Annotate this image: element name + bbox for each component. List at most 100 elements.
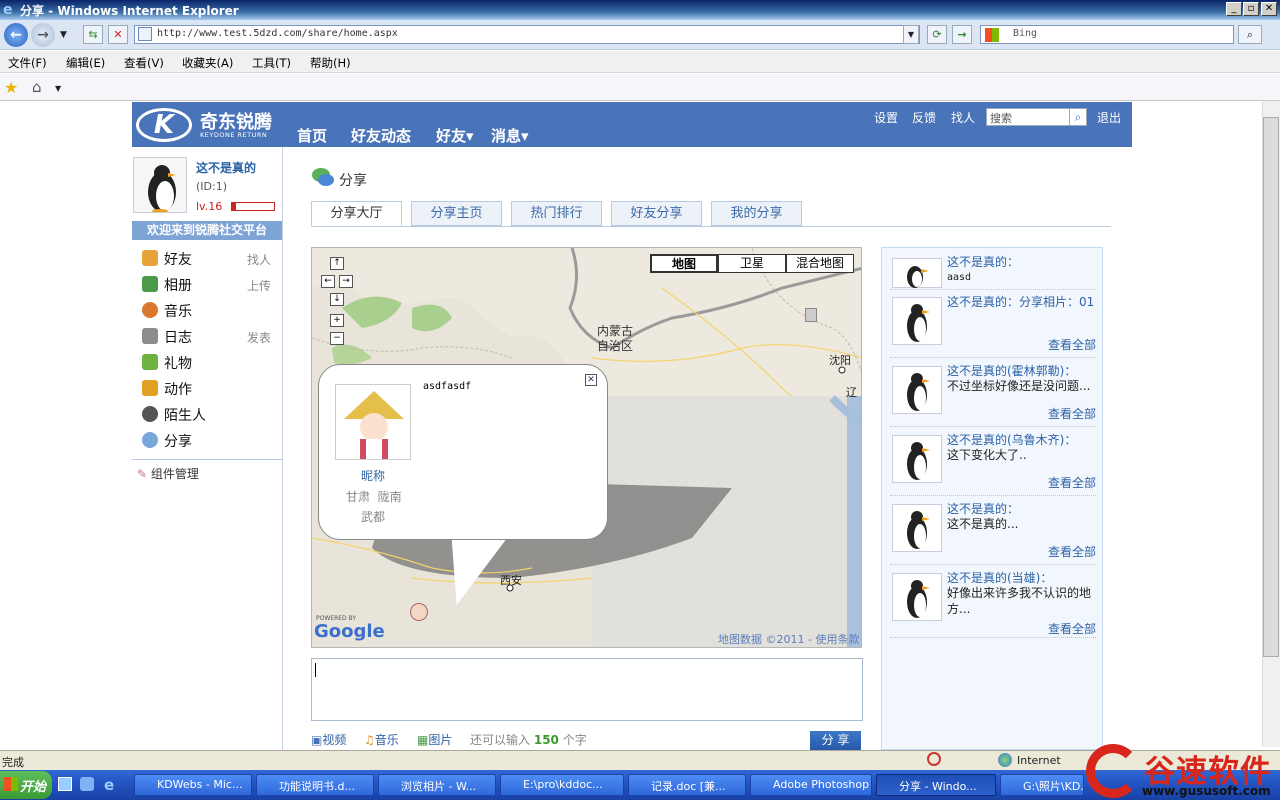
compat-view-icon[interactable]: ⇆ — [83, 25, 103, 44]
minimize-button[interactable]: _ — [1226, 2, 1242, 16]
feed-name[interactable]: 这不是真的：分享相片：01 — [947, 293, 1094, 310]
link-settings[interactable]: 设置 — [874, 109, 898, 126]
tab-hot-ranking[interactable]: 热门排行 — [511, 201, 602, 226]
map-attribution[interactable]: 地图数据 ©2011 - 使用条款 — [718, 631, 859, 647]
nav-friends[interactable]: 好友▾ — [436, 125, 474, 146]
feed-avatar[interactable] — [892, 366, 942, 414]
nav-home[interactable]: 首页 — [297, 125, 327, 146]
site-logo[interactable]: K 奇东锐腾 KEYDONE RETURN — [136, 106, 286, 144]
favorites-star-icon[interactable]: ★ — [4, 78, 18, 97]
menu-file[interactable]: 文件(F) — [8, 55, 47, 71]
history-dropdown-icon[interactable]: ▼ — [60, 30, 67, 40]
tab-friend-share[interactable]: 好友分享 — [611, 201, 702, 226]
attach-image-button[interactable]: ▦图片 — [417, 731, 452, 748]
zoom-out-icon[interactable]: − — [330, 332, 344, 345]
site-search-icon[interactable]: ⌕ — [1069, 108, 1087, 126]
map-marker-avatar-icon[interactable] — [410, 603, 428, 621]
taskbar-item[interactable]: 记录.doc [兼... — [628, 774, 746, 796]
feed-avatar[interactable] — [892, 258, 942, 288]
map-type-map-button[interactable]: 地图 — [650, 254, 718, 273]
feed-avatar[interactable] — [892, 435, 942, 483]
sidebar-item-friends[interactable]: 好友 — [142, 249, 192, 271]
feed-name[interactable]: 这不是真的(当雄)： — [947, 569, 1052, 586]
sidebar-item-stranger[interactable]: 陌生人 — [142, 405, 206, 427]
search-icon[interactable]: ⌕ — [1238, 25, 1262, 44]
feed-avatar[interactable] — [892, 573, 942, 621]
attach-music-button[interactable]: ♫音乐 — [364, 731, 399, 748]
tab-my-share[interactable]: 我的分享 — [711, 201, 802, 226]
bubble-avatar[interactable] — [335, 384, 411, 460]
menu-help[interactable]: 帮助(H) — [310, 55, 351, 71]
pan-right-icon[interactable]: → — [339, 275, 353, 288]
bubble-close-icon[interactable]: ✕ — [585, 374, 597, 386]
show-desktop-icon[interactable] — [58, 777, 72, 791]
taskbar-item-active[interactable]: 分享 - Windo... — [876, 774, 996, 796]
close-button[interactable]: ✕ — [1261, 2, 1277, 16]
feed-name[interactable]: 这不是真的(乌鲁木齐)： — [947, 431, 1076, 448]
nav-messages[interactable]: 消息▾ — [491, 125, 529, 146]
feed-name[interactable]: 这不是真的： — [947, 253, 1019, 270]
pan-down-icon[interactable]: ↓ — [330, 293, 344, 306]
sidebar-item-album[interactable]: 相册 — [142, 275, 192, 297]
quicklaunch-ie-icon[interactable]: e — [104, 776, 114, 794]
feed-name[interactable]: 这不是真的(霍林郭勒)： — [947, 362, 1076, 379]
menu-tools[interactable]: 工具(T) — [252, 55, 291, 71]
browser-search-input[interactable]: Bing — [980, 25, 1234, 44]
sidebar-item-share[interactable]: 分享 — [142, 431, 192, 453]
feed-name[interactable]: 这不是真的： — [947, 500, 1019, 517]
feed-avatar[interactable] — [892, 297, 942, 345]
home-icon[interactable]: ⌂ — [32, 78, 42, 96]
feed-avatar[interactable] — [892, 504, 942, 552]
sidebar-item-gift[interactable]: 礼物 — [142, 353, 192, 375]
profile-avatar[interactable] — [133, 157, 187, 213]
feed-view-all-link[interactable]: 查看全部 — [1048, 336, 1096, 353]
stop-icon[interactable]: ✕ — [108, 25, 128, 44]
link-feedback[interactable]: 反馈 — [912, 109, 936, 126]
profile-name[interactable]: 这不是真的 — [196, 159, 256, 176]
widget-manage-link[interactable]: ✎ 组件管理 — [137, 465, 199, 482]
tab-share-home[interactable]: 分享主页 — [411, 201, 502, 226]
map-type-satellite-button[interactable]: 卫星 — [718, 254, 786, 273]
pan-up-icon[interactable]: ↑ — [330, 257, 344, 270]
logout-link[interactable]: 退出 — [1097, 109, 1121, 126]
menu-view[interactable]: 查看(V) — [124, 55, 164, 71]
menu-favorites[interactable]: 收藏夹(A) — [182, 55, 233, 71]
back-icon[interactable]: ← — [4, 23, 28, 47]
menu-edit[interactable]: 编辑(E) — [66, 55, 105, 71]
maximize-button[interactable]: ▫ — [1243, 2, 1259, 16]
sidebar-item-music[interactable]: 音乐 — [142, 301, 192, 323]
share-submit-button[interactable]: 分 享 — [810, 731, 861, 750]
address-dropdown-icon[interactable]: ▼ — [903, 25, 919, 44]
feed-view-all-link[interactable]: 查看全部 — [1048, 405, 1096, 422]
security-zone[interactable]: Internet — [1017, 754, 1061, 767]
tab-share-hall[interactable]: 分享大厅 — [311, 201, 402, 226]
popup-blocker-icon[interactable] — [927, 752, 941, 766]
taskbar-item[interactable]: 浏览相片 - W... — [378, 774, 496, 796]
nav-friend-feed[interactable]: 好友动态 — [351, 125, 411, 146]
google-logo[interactable]: Google — [314, 621, 385, 642]
sidebar-post[interactable]: 发表 — [247, 329, 271, 346]
sidebar-item-action[interactable]: 动作 — [142, 379, 192, 401]
quicklaunch-icon[interactable] — [80, 777, 94, 791]
map-marker-icon[interactable] — [805, 308, 817, 322]
taskbar-item[interactable]: KDWebs - Mic... — [134, 774, 252, 796]
sidebar-upload[interactable]: 上传 — [247, 277, 271, 294]
zoom-in-icon[interactable]: + — [330, 314, 344, 327]
share-textarea[interactable] — [311, 658, 863, 721]
rss-icon[interactable]: ⟳ — [927, 25, 947, 44]
map-type-hybrid-button[interactable]: 混合地图 — [786, 254, 854, 273]
address-input[interactable]: http://www.test.5dzd.com/share/home.aspx — [134, 25, 920, 44]
pan-left-icon[interactable]: ← — [321, 275, 335, 288]
taskbar-item[interactable]: 功能说明书.d... — [256, 774, 374, 796]
sidebar-item-blog[interactable]: 日志 — [142, 327, 192, 349]
attach-video-button[interactable]: ▣视频 — [311, 731, 346, 748]
site-search-input[interactable]: 搜索 — [986, 108, 1070, 126]
taskbar-item[interactable]: E:\pro\kddoc... — [500, 774, 624, 796]
forward-icon[interactable]: → — [31, 23, 55, 47]
feed-view-all-link[interactable]: 查看全部 — [1048, 620, 1096, 637]
link-find-people[interactable]: 找人 — [951, 109, 975, 126]
feed-view-all-link[interactable]: 查看全部 — [1048, 474, 1096, 491]
go-icon[interactable]: → — [952, 25, 972, 44]
taskbar-item[interactable]: G:\照片\KD... — [1000, 774, 1084, 796]
feed-view-all-link[interactable]: 查看全部 — [1048, 543, 1096, 560]
